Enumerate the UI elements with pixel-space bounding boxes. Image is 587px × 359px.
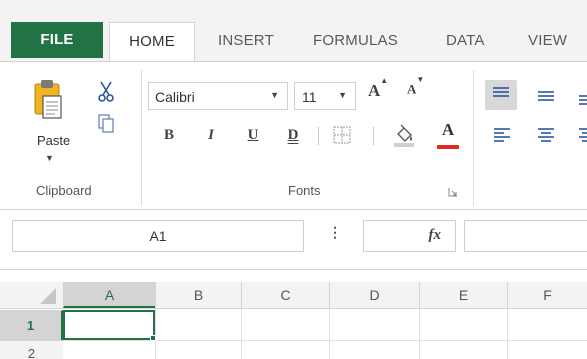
align-right-button[interactable]: [576, 122, 587, 148]
more-options-icon[interactable]: ⋮: [328, 224, 342, 241]
tab-data[interactable]: DATA: [446, 24, 485, 58]
row-header-2[interactable]: 2: [0, 340, 63, 359]
fonts-group-label: Fonts: [288, 183, 321, 198]
toolbar-divider: [318, 127, 319, 145]
ribbon-home: Paste ▼ Clipboard Calibri ▼ 11 ▼ A▲ A▼ B…: [0, 62, 587, 210]
gridline: [507, 309, 508, 359]
font-size-value: 11: [302, 89, 317, 105]
fill-handle[interactable]: [150, 335, 156, 341]
double-underline-button[interactable]: D: [285, 122, 301, 148]
paste-dropdown-arrow[interactable]: ▼: [45, 153, 54, 163]
column-header-row: A B C D E F: [0, 282, 587, 309]
italic-button[interactable]: I: [203, 122, 219, 148]
formula-bar: A1 ⋮ fx: [0, 210, 587, 270]
name-box-value: A1: [149, 228, 167, 244]
gridline: [329, 309, 330, 359]
function-icon: fx: [428, 227, 442, 243]
row-header-1[interactable]: 1: [0, 310, 63, 340]
column-header-b[interactable]: B: [155, 282, 241, 308]
shrink-font-icon: A: [407, 81, 417, 97]
shrink-font-button[interactable]: A▼: [407, 75, 429, 107]
tab-formulas-label: FORMULAS: [313, 32, 398, 49]
fill-color-button[interactable]: [392, 124, 416, 148]
paste-icon: [34, 80, 62, 119]
tab-file-label: FILE: [40, 31, 74, 48]
gridline: [419, 309, 420, 359]
column-header-d[interactable]: D: [329, 282, 419, 308]
borders-button[interactable]: [333, 126, 351, 144]
align-bottom-icon: [579, 95, 587, 105]
copy-button[interactable]: [96, 112, 116, 134]
tab-insert-label: INSERT: [218, 32, 274, 49]
font-name-value: Calibri: [155, 89, 195, 105]
column-header-a[interactable]: A: [63, 282, 155, 308]
active-cell-a1[interactable]: [63, 310, 155, 340]
tab-home-label: HOME: [129, 33, 175, 50]
align-left-button[interactable]: [491, 122, 513, 148]
tab-insert[interactable]: INSERT: [218, 24, 274, 58]
align-top-button[interactable]: [485, 80, 517, 110]
tab-view[interactable]: VIEW: [528, 24, 567, 58]
name-box[interactable]: A1: [12, 220, 304, 252]
paste-label: Paste: [37, 133, 71, 148]
chevron-down-icon: ▼: [270, 90, 279, 100]
align-center-icon: [538, 128, 554, 142]
grow-font-button[interactable]: A▲: [368, 76, 390, 107]
align-top-icon: [493, 87, 509, 97]
font-size-dropdown[interactable]: 11 ▼: [294, 82, 356, 110]
ribbon-tab-bar: FILE HOME INSERT FORMULAS DATA VIEW: [0, 0, 587, 63]
column-header-e[interactable]: E: [419, 282, 507, 308]
copy-icon: [98, 114, 114, 133]
formula-input[interactable]: [464, 220, 587, 252]
gridline: [241, 309, 242, 359]
clipboard-group-label: Clipboard: [36, 183, 92, 198]
insert-function-button[interactable]: fx: [363, 220, 456, 252]
align-middle-icon: [538, 91, 554, 101]
font-name-dropdown[interactable]: Calibri ▼: [148, 82, 288, 110]
align-center-button[interactable]: [535, 122, 557, 148]
column-header-f[interactable]: F: [507, 282, 587, 308]
chevron-down-icon: ▼: [338, 90, 347, 100]
group-divider: [141, 70, 142, 206]
column-header-c[interactable]: C: [241, 282, 329, 308]
fonts-dialog-launcher[interactable]: [447, 185, 459, 197]
bold-button[interactable]: B: [161, 122, 177, 148]
underline-button[interactable]: U: [245, 122, 261, 148]
align-right-icon: [579, 128, 587, 142]
gridline: [155, 309, 156, 359]
tab-view-label: VIEW: [528, 32, 568, 49]
select-all-button[interactable]: [0, 282, 63, 308]
select-all-icon: [40, 288, 56, 304]
borders-icon: [333, 126, 351, 144]
caret-down-icon: ▼: [416, 75, 425, 84]
group-divider: [473, 70, 474, 206]
grow-font-icon: A: [368, 81, 381, 100]
align-left-icon: [494, 128, 510, 142]
font-color-swatch: [437, 145, 459, 149]
caret-up-icon: ▲: [380, 76, 389, 86]
align-middle-button[interactable]: [535, 82, 557, 108]
worksheet-grid: A B C D E F 1 2: [0, 270, 587, 359]
scissors-icon: [98, 81, 114, 102]
toolbar-divider: [373, 127, 374, 145]
tab-formulas[interactable]: FORMULAS: [313, 24, 398, 58]
cut-button[interactable]: [96, 80, 116, 104]
tab-file[interactable]: FILE: [11, 22, 103, 58]
paint-bucket-icon: [394, 124, 414, 147]
dialog-launcher-icon: [448, 188, 457, 197]
gridline: [63, 340, 587, 341]
align-bottom-button[interactable]: [576, 82, 587, 108]
font-color-icon: A: [441, 120, 455, 139]
tab-home[interactable]: HOME: [109, 22, 195, 63]
tab-data-label: DATA: [446, 32, 485, 49]
